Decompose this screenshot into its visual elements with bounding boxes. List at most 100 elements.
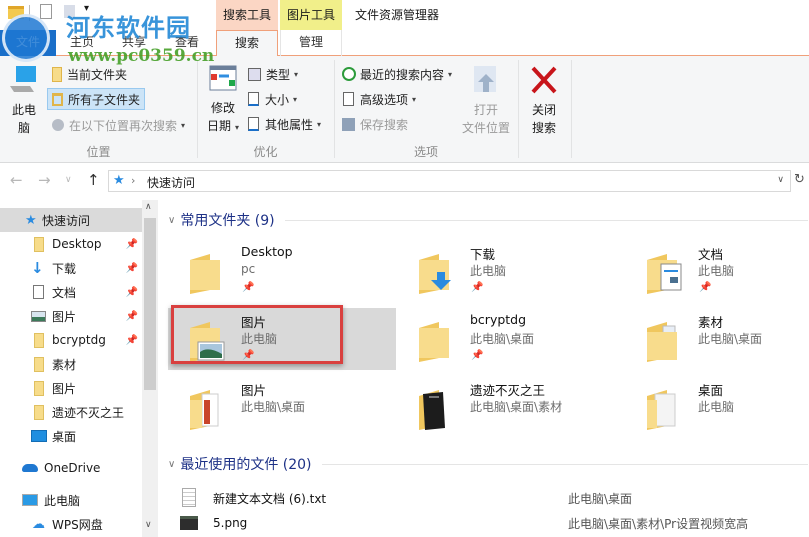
- new-folder-icon[interactable]: [64, 5, 75, 18]
- ribbon-search: 此电 脑 当前文件夹 所有子文件夹 在以下位置再次搜索 ▾ 位置 修改 日期 ▾ 类…: [0, 56, 809, 163]
- scroll-thumb[interactable]: [144, 218, 156, 390]
- nav-item-pictures-folder[interactable]: 图片: [0, 376, 142, 400]
- refresh-icon[interactable]: ↻: [794, 172, 805, 187]
- close-search-button[interactable]: 关闭 搜索: [522, 64, 566, 137]
- folder-tile-bcryptdg[interactable]: bcryptdg 此电脑\桌面 📌: [397, 308, 625, 370]
- group-divider: [571, 60, 572, 158]
- folder-with-files-icon: [641, 318, 685, 362]
- folder-app-icon: [8, 6, 24, 19]
- address-input[interactable]: ★ › 快速访问 ∨: [108, 170, 791, 192]
- navigation-pane: ★ 快速访问 Desktop 📌 ↓ 下载 📌 文档 📌 图片 📌 bcryptdg 📌 …: [0, 200, 158, 537]
- breadcrumb-quick-access[interactable]: 快速访问: [147, 174, 195, 191]
- tab-search[interactable]: 搜索: [216, 30, 278, 57]
- properties-icon: [248, 117, 259, 131]
- nav-item-game-folder[interactable]: 遗迹不灭之王: [0, 400, 142, 424]
- address-bar-row: ← → ∨ ↑ ★ › 快速访问 ∨ ↻: [0, 163, 809, 199]
- nav-item-onedrive[interactable]: OneDrive: [0, 456, 142, 480]
- recent-file-row[interactable]: 5.png 此电脑\桌面\素材\Pr设置视频宽高: [180, 512, 800, 534]
- qat-dropdown-icon[interactable]: ▾: [84, 3, 89, 14]
- size-icon: [248, 92, 259, 106]
- subfolders-icon: [52, 92, 63, 106]
- scroll-down-icon[interactable]: ∨: [145, 520, 152, 530]
- folder-tile-game[interactable]: 遗迹不灭之王 此电脑\桌面\素材: [397, 376, 625, 438]
- advanced-options-button[interactable]: 高级选项 ▾: [343, 89, 416, 109]
- document-icon: [33, 285, 44, 299]
- nav-item-pictures[interactable]: 图片 📌: [0, 304, 142, 328]
- size-button[interactable]: 大小 ▾: [248, 89, 297, 109]
- cloud-icon: ☁: [32, 516, 45, 532]
- search-location-icon: [52, 119, 64, 131]
- pin-icon: 📌: [125, 238, 138, 250]
- scroll-up-icon[interactable]: ∧: [145, 202, 152, 212]
- tab-home[interactable]: 主页: [62, 30, 102, 56]
- folder-icon: [34, 332, 44, 348]
- download-folder-icon: [413, 250, 457, 294]
- recent-locations-button[interactable]: ∨: [65, 175, 72, 185]
- picture-icon: [31, 310, 46, 322]
- tab-file[interactable]: 文件: [0, 30, 56, 56]
- nav-item-desktop-cn[interactable]: 桌面: [0, 424, 142, 448]
- quick-access-star-icon: ★: [113, 173, 125, 188]
- window-title: 文件资源管理器: [355, 8, 440, 22]
- folder-icon: [34, 404, 44, 420]
- folder-icon: [184, 250, 228, 294]
- nav-item-bcryptdg[interactable]: bcryptdg 📌: [0, 328, 142, 352]
- folder-tile-documents[interactable]: 文档 此电脑 📌: [625, 240, 809, 302]
- all-subfolders-button[interactable]: 所有子文件夹: [47, 88, 146, 110]
- address-dropdown-icon[interactable]: ∨: [777, 175, 784, 185]
- nav-item-downloads[interactable]: ↓ 下载 📌: [0, 256, 142, 280]
- folder-tile-sucai[interactable]: 素材 此电脑\桌面: [625, 308, 809, 370]
- nav-item-desktop[interactable]: Desktop 📌: [0, 232, 142, 256]
- folder-tile-pictures-desktop[interactable]: 图片 此电脑\桌面: [168, 376, 396, 438]
- folder-tile-downloads[interactable]: 下载 此电脑 📌: [397, 240, 625, 302]
- desktop-icon: [31, 430, 47, 442]
- chevron-down-icon: ∨: [168, 458, 176, 470]
- recent-file-row[interactable]: 新建文本文档 (6).txt 此电脑\桌面: [180, 487, 800, 509]
- folder-icon: [34, 236, 44, 252]
- kind-button[interactable]: 类型 ▾: [248, 64, 298, 84]
- other-properties-button[interactable]: 其他属性 ▾: [248, 114, 321, 134]
- properties-icon[interactable]: [40, 4, 52, 19]
- pin-icon: 📌: [125, 286, 138, 298]
- folder-icon: [413, 318, 457, 362]
- folder-icon: [34, 380, 44, 396]
- calendar-icon: [209, 65, 237, 91]
- recent-searches-button[interactable]: 最近的搜索内容 ▾: [342, 64, 452, 84]
- nav-item-wps-drive[interactable]: ☁ WPS网盘: [0, 512, 142, 536]
- history-icon: [342, 67, 356, 81]
- computer-icon: [10, 66, 36, 92]
- annotation-highlight-box: [171, 305, 343, 364]
- documents-folder-icon: [641, 250, 685, 294]
- options-list-icon: [343, 92, 354, 106]
- tab-share[interactable]: 共享: [114, 30, 154, 56]
- section-frequent-folders[interactable]: ∨ 常用文件夹 (9): [168, 210, 808, 230]
- section-recent-files[interactable]: ∨ 最近使用的文件 (20): [168, 454, 808, 474]
- nav-item-this-pc[interactable]: 此电脑: [0, 488, 142, 512]
- open-location-icon: [474, 66, 496, 92]
- dark-folder-icon: [413, 386, 457, 430]
- folder-tile-desktop[interactable]: Desktop pc 📌: [168, 240, 396, 302]
- save-search-button[interactable]: 保存搜索: [342, 114, 408, 134]
- up-button[interactable]: ↑: [87, 171, 100, 189]
- group-divider: [518, 60, 519, 158]
- nav-item-sucai[interactable]: 素材: [0, 352, 142, 376]
- forward-button[interactable]: →: [38, 171, 51, 189]
- date-modified-button[interactable]: 修改 日期 ▾: [203, 64, 243, 137]
- folder-tile-desktop-cn[interactable]: 桌面 此电脑: [625, 376, 809, 438]
- tab-view[interactable]: 查看: [167, 30, 207, 56]
- nav-item-documents[interactable]: 文档 📌: [0, 280, 142, 304]
- search-again-button[interactable]: 在以下位置再次搜索 ▾: [52, 115, 185, 135]
- pin-icon: 📌: [125, 262, 138, 274]
- nav-scrollbar[interactable]: ∧ ∨: [142, 200, 158, 537]
- text-file-icon: [182, 488, 196, 507]
- pin-icon: 📌: [471, 282, 484, 293]
- tab-manage[interactable]: 管理: [280, 30, 342, 56]
- section-divider: [284, 219, 808, 221]
- nav-item-quick-access[interactable]: ★ 快速访问: [0, 208, 142, 232]
- current-folder-button[interactable]: 当前文件夹: [52, 64, 127, 84]
- back-button[interactable]: ←: [10, 171, 23, 189]
- chevron-down-icon: ∨: [168, 214, 176, 226]
- open-file-location-button[interactable]: 打开 文件位置: [458, 64, 514, 137]
- folder-icon: [34, 356, 44, 372]
- this-pc-button[interactable]: 此电 脑: [6, 64, 42, 137]
